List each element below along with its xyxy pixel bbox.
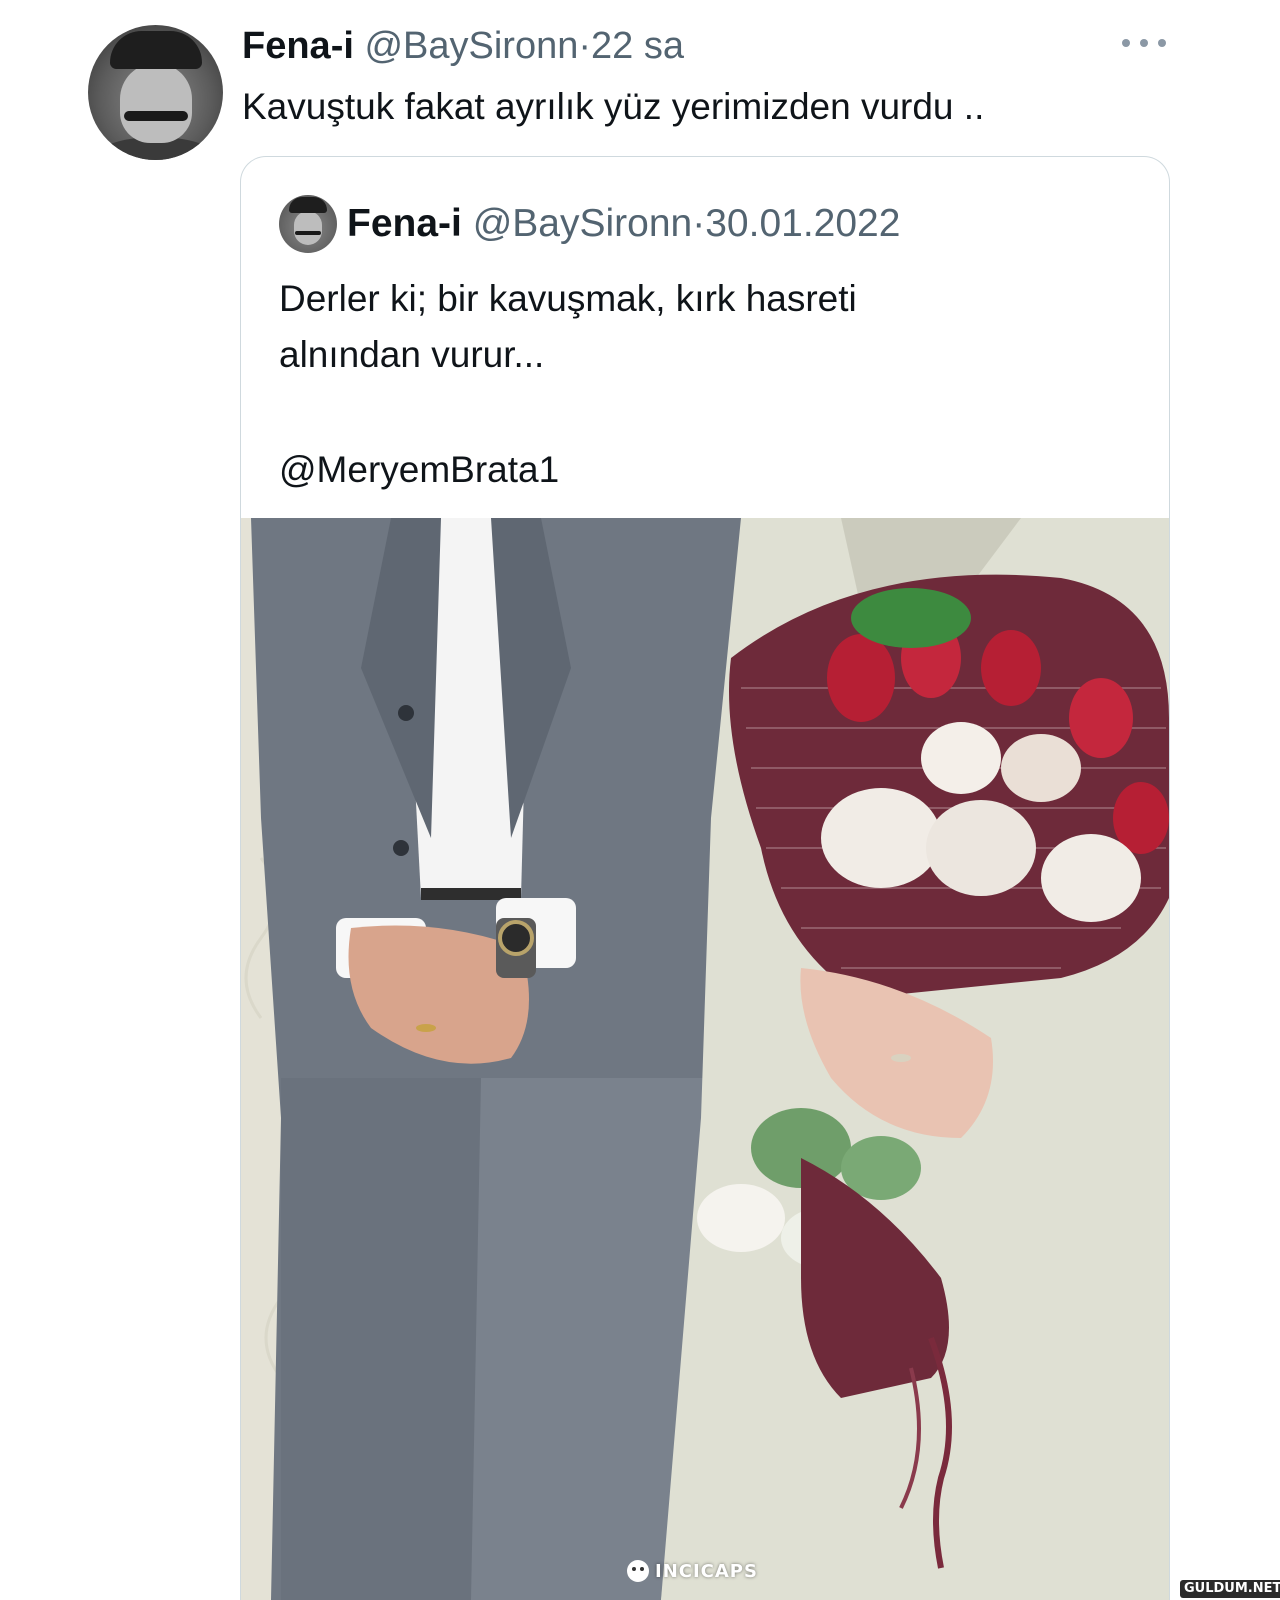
owl-logo-icon: [627, 1560, 649, 1582]
quoted-author-name: Fena-i: [347, 202, 462, 245]
quoted-header-separator: ·: [692, 202, 706, 245]
wedding-couple-illustration: [241, 518, 1169, 1600]
quoted-tweet-photo[interactable]: INCICAPS: [241, 518, 1169, 1600]
quoted-author-avatar[interactable]: [279, 195, 337, 253]
quoted-tweet-header: Fena-i @BaySironn·30.01.2022: [347, 199, 900, 249]
quoted-author-handle: @BaySironn: [472, 202, 693, 245]
quoted-tweet-date: 30.01.2022: [705, 202, 901, 245]
author-avatar[interactable]: [88, 25, 223, 160]
avatar-face: [120, 63, 192, 143]
tweet[interactable]: Fena-i @BaySironn·22 sa Kavuştuk fakat a…: [0, 0, 1280, 1600]
quoted-tweet-mention[interactable]: @MeryemBrata1: [279, 445, 559, 495]
author-name[interactable]: Fena-i: [242, 25, 354, 67]
guldum-watermark: GULDUM.NET: [1180, 1580, 1280, 1598]
incicaps-watermark: INCICAPS: [627, 1560, 758, 1582]
tweet-header: Fena-i @BaySironn·22 sa: [242, 22, 684, 70]
avatar-mustache: [295, 231, 321, 235]
tweet-time[interactable]: 22 sa: [591, 25, 684, 67]
avatar-hat: [110, 31, 202, 69]
quoted-tweet-text: Derler ki; bir kavuşmak, kırk hasreti al…: [279, 278, 857, 375]
tweet-text: Kavuştuk fakat ayrılık yüz yerimizden vu…: [242, 86, 985, 127]
incicaps-watermark-text: INCICAPS: [655, 1560, 758, 1582]
more-dot: [1158, 39, 1166, 47]
quoted-tweet[interactable]: Fena-i @BaySironn·30.01.2022 Derler ki; …: [240, 156, 1170, 1600]
avatar-face: [294, 211, 322, 245]
more-horizontal-icon[interactable]: [1122, 28, 1166, 58]
more-dot: [1122, 39, 1130, 47]
more-dot: [1140, 39, 1148, 47]
author-handle[interactable]: @BaySironn: [364, 25, 578, 67]
avatar-hat: [289, 197, 327, 213]
avatar-mustache: [124, 111, 188, 121]
header-separator: ·: [578, 25, 592, 67]
